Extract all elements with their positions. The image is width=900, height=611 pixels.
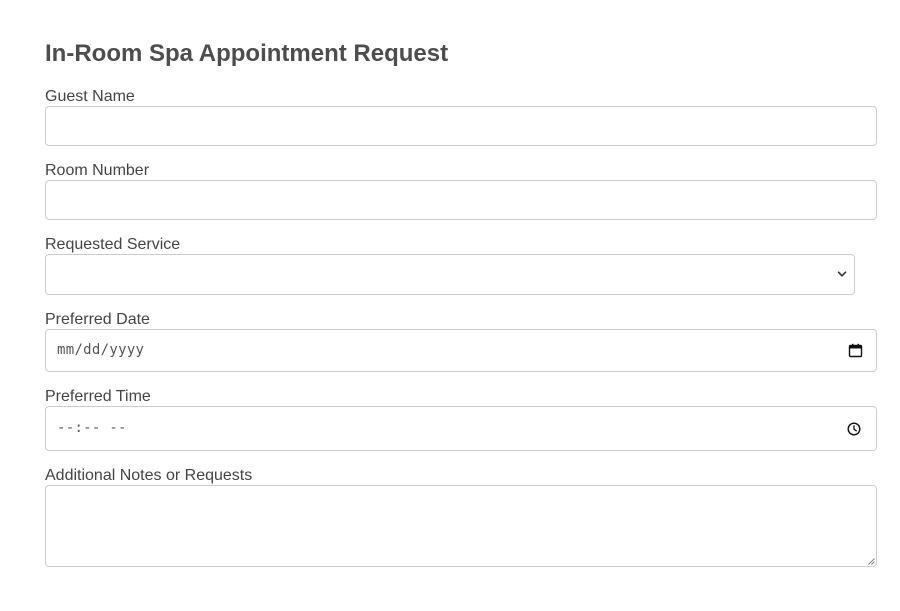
room-number-input[interactable] [45,180,877,220]
room-number-field: Room Number [45,162,877,220]
spa-appointment-form: In-Room Spa Appointment Request Guest Na… [45,40,877,567]
resize-grip-icon[interactable] [867,557,875,565]
requested-service-field: Requested Service [45,236,877,295]
guest-name-label: Guest Name [45,88,135,105]
room-number-label: Room Number [45,162,150,179]
notes-field: Additional Notes or Requests [45,467,877,567]
time-placeholder: --:-- -- [57,420,127,436]
preferred-time-field: Preferred Time --:-- -- [45,388,877,451]
preferred-time-label: Preferred Time [45,388,151,405]
clock-icon[interactable] [847,422,861,436]
preferred-time-input[interactable]: --:-- -- [45,406,877,451]
guest-name-field: Guest Name [45,88,877,146]
requested-service-select[interactable] [45,254,855,295]
date-placeholder: mm/dd/yyyy [57,342,145,358]
chevron-down-icon [837,271,847,277]
notes-label: Additional Notes or Requests [45,467,253,484]
preferred-date-field: Preferred Date mm/dd/yyyy [45,311,877,372]
form-title: In-Room Spa Appointment Request [45,40,449,67]
preferred-date-label: Preferred Date [45,311,150,328]
calendar-icon[interactable] [848,343,863,358]
notes-textarea[interactable] [45,485,877,567]
guest-name-input[interactable] [45,106,877,146]
requested-service-label: Requested Service [45,236,181,253]
preferred-date-input[interactable]: mm/dd/yyyy [45,329,877,372]
